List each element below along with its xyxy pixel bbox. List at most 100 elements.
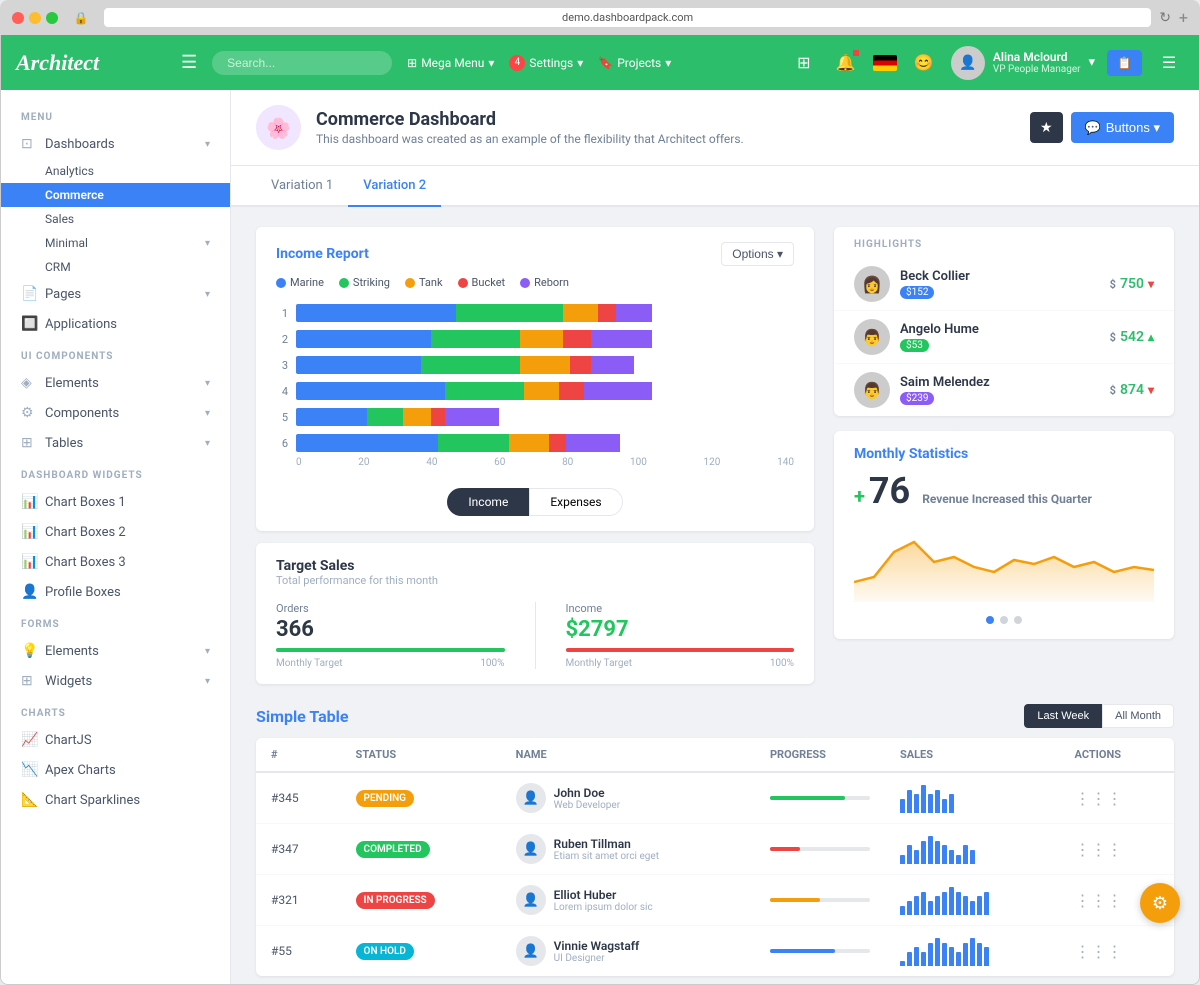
url-bar[interactable]: demo.dashboardpack.com <box>104 8 1151 27</box>
target-sales-title: Target Sales <box>276 558 794 574</box>
metric-divider <box>535 602 536 669</box>
target-metrics: Orders 366 Monthly Target 100% <box>276 602 794 669</box>
smiley-icon[interactable]: 😊 <box>909 48 939 78</box>
dot-3[interactable] <box>1014 616 1022 624</box>
projects-nav[interactable]: 🔖 Projects ▾ <box>598 56 671 70</box>
sidebar-item-elements[interactable]: ◈ Elements ▾ <box>1 368 230 398</box>
dot-2[interactable] <box>1000 616 1008 624</box>
minimize-dot[interactable] <box>29 12 41 24</box>
navbar-right: ⊞ 🔔 😊 👤 Alina Mclourd VP People Manager … <box>789 46 1184 80</box>
mini-bar-3 <box>921 841 926 864</box>
new-tab-icon[interactable]: + <box>1179 8 1188 27</box>
hamburger-icon[interactable]: ☰ <box>181 52 197 73</box>
settings-badge: 4 <box>509 55 525 71</box>
cell-actions-3[interactable]: ⋮⋮⋮ <box>1060 926 1174 977</box>
sidebar-item-chart-sparklines[interactable]: 📐 Chart Sparklines <box>1 785 230 815</box>
expenses-tab[interactable]: Expenses <box>529 488 622 516</box>
ui-components-label: UI COMPONENTS <box>1 339 230 368</box>
options-button[interactable]: Options ▾ <box>721 242 794 266</box>
striking-dot <box>339 278 349 288</box>
sidebar-sub-crm[interactable]: CRM <box>1 255 230 279</box>
tab-variation-2[interactable]: Variation 2 <box>348 166 441 207</box>
bell-icon[interactable]: 🔔 <box>831 48 861 78</box>
profile-boxes-icon: 👤 <box>21 584 37 600</box>
mini-bar-11 <box>977 943 982 966</box>
cell-status-2: IN PROGRESS <box>341 875 501 926</box>
sidebar-item-chart-boxes-2[interactable]: 📊 Chart Boxes 2 <box>1 517 230 547</box>
cell-id-2: #321 <box>256 875 341 926</box>
maximize-dot[interactable] <box>46 12 58 24</box>
mini-bar-6 <box>942 845 947 864</box>
sidebar-sub-minimal[interactable]: Minimal ▾ <box>1 231 230 255</box>
chart-boxes-3-icon: 📊 <box>21 554 37 570</box>
bar-segment-0 <box>296 330 431 348</box>
gear-fab[interactable]: ⚙ <box>1140 883 1180 923</box>
sidebar-item-chart-boxes-3[interactable]: 📊 Chart Boxes 3 <box>1 547 230 577</box>
mini-bar-12 <box>984 947 989 966</box>
mini-bar-2 <box>914 947 919 966</box>
sidebar-item-applications[interactable]: 🔲 Applications <box>1 309 230 339</box>
chevron-forms-elements-icon: ▾ <box>205 646 210 657</box>
url-text: demo.dashboardpack.com <box>562 11 693 24</box>
table-header-row: # Status Name Progress Sales Actions <box>256 738 1174 772</box>
highlight-badge-1: $53 <box>900 339 929 352</box>
close-dot[interactable] <box>12 12 24 24</box>
highlight-amount-0: $ 750 ▾ <box>1110 276 1154 292</box>
mega-menu-nav[interactable]: ⊞ Mega Menu ▾ <box>407 56 494 70</box>
sidebar-sub-commerce[interactable]: Commerce <box>1 183 230 207</box>
cell-actions-1[interactable]: ⋮⋮⋮ <box>1060 824 1174 875</box>
more-icon[interactable]: ☰ <box>1154 48 1184 78</box>
grid-apps-icon[interactable]: ⊞ <box>789 48 819 78</box>
sidebar-item-forms-widgets[interactable]: ⊞ Widgets ▾ <box>1 666 230 696</box>
search-input[interactable] <box>212 51 392 75</box>
sidebar-sub-analytics[interactable]: Analytics <box>1 159 230 183</box>
bar-segment-2 <box>563 304 599 322</box>
content-grid: Income Report Options ▾ Marine Striking <box>231 207 1199 704</box>
refresh-icon[interactable]: ↻ <box>1159 10 1171 26</box>
highlight-info-2: Saim Melendez $239 <box>900 375 1100 405</box>
sidebar-item-components[interactable]: ⚙ Components ▾ <box>1 398 230 428</box>
settings-nav[interactable]: 4 Settings ▾ <box>509 55 583 71</box>
buttons-button[interactable]: 💬 Buttons ▾ <box>1071 112 1174 143</box>
sidebar-item-apex-charts[interactable]: 📉 Apex Charts <box>1 755 230 785</box>
bar-container-5 <box>296 434 794 452</box>
sidebar-item-tables[interactable]: ⊞ Tables ▾ <box>1 428 230 458</box>
bar-segment-2 <box>520 330 563 348</box>
cell-actions-0[interactable]: ⋮⋮⋮ <box>1060 772 1174 824</box>
mini-bar-12 <box>984 892 989 915</box>
table-row: #347COMPLETED👤Ruben TillmanEtiam sit ame… <box>256 824 1174 875</box>
bar-container-1 <box>296 330 794 348</box>
mini-bar-3 <box>921 892 926 915</box>
sidebar-item-pages[interactable]: 📄 Pages ▾ <box>1 279 230 309</box>
mini-bar-4 <box>928 943 933 966</box>
table-row: #321IN PROGRESS👤Elliot HuberLorem ipsum … <box>256 875 1174 926</box>
sidebar-item-profile-boxes[interactable]: 👤 Profile Boxes <box>1 577 230 607</box>
dot-1[interactable] <box>986 616 994 624</box>
sidebar-item-chartjs[interactable]: 📈 ChartJS <box>1 725 230 755</box>
mini-bar-1 <box>907 952 912 966</box>
flag-icon[interactable] <box>873 55 897 71</box>
mini-bar-9 <box>963 943 968 966</box>
income-tab[interactable]: Income <box>447 488 529 516</box>
page-header-left: 🌸 Commerce Dashboard This dashboard was … <box>256 105 744 150</box>
filter-all-month-btn[interactable]: All Month <box>1102 704 1174 728</box>
page-title: Commerce Dashboard <box>316 109 744 130</box>
sparkline-area <box>854 522 1154 606</box>
tables-icon: ⊞ <box>21 435 37 451</box>
bar-segment-4 <box>445 408 498 426</box>
chat-icon: 💬 <box>1085 120 1101 136</box>
star-button[interactable]: ★ <box>1030 112 1063 143</box>
user-avatar-area[interactable]: 👤 Alina Mclourd VP People Manager ▾ <box>951 46 1095 80</box>
notification-action-btn[interactable]: 📋 <box>1107 50 1142 76</box>
sidebar-sub-sales[interactable]: Sales <box>1 207 230 231</box>
col-id: # <box>256 738 341 772</box>
mini-bar-5 <box>935 896 940 915</box>
apps-icon: 🔲 <box>21 316 37 332</box>
filter-last-week-btn[interactable]: Last Week <box>1024 704 1102 728</box>
cell-sales-3 <box>885 926 1060 977</box>
sidebar-item-forms-elements[interactable]: 💡 Elements ▾ <box>1 636 230 666</box>
bar-segment-3 <box>559 382 584 400</box>
tab-variation-1[interactable]: Variation 1 <box>256 166 348 207</box>
sidebar-item-chart-boxes-1[interactable]: 📊 Chart Boxes 1 <box>1 487 230 517</box>
sidebar-item-dashboards[interactable]: ⊡ Dashboards ▾ <box>1 129 230 159</box>
